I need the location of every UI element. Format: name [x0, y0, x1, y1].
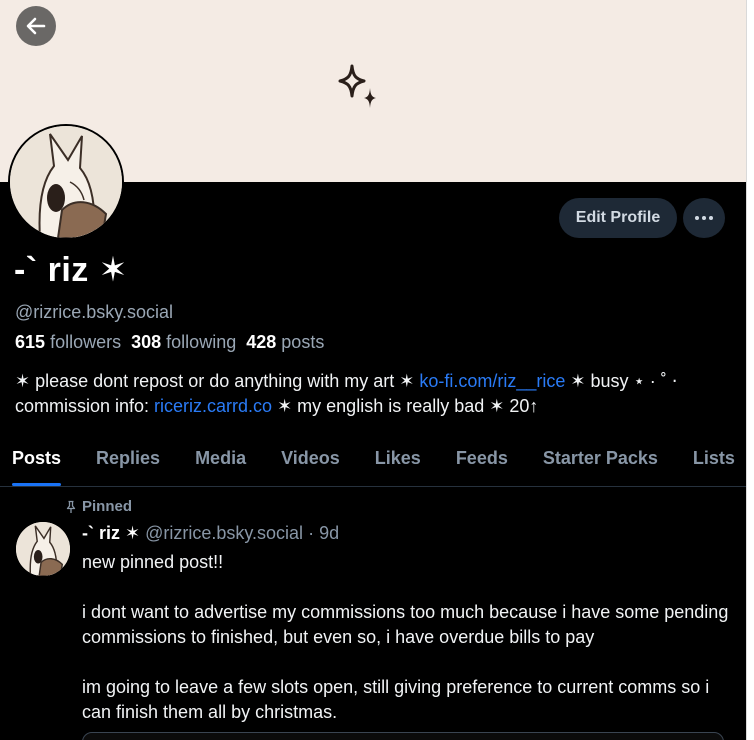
arrow-left-icon	[26, 17, 46, 35]
followers-label: followers	[50, 332, 122, 352]
bio-text: ✶ my english is really bad ✶ 20↑	[272, 396, 539, 416]
post-embed-card[interactable]	[82, 732, 724, 740]
post-author-name[interactable]: -` riz ✶	[82, 523, 140, 543]
bio-text: ✶ please dont repost or do anything with…	[15, 371, 420, 391]
followers-count: 615	[15, 332, 46, 352]
following-link[interactable]: 308 following	[131, 332, 236, 352]
back-button[interactable]	[16, 6, 56, 46]
pinned-label: Pinned	[82, 498, 133, 515]
profile-bio: ✶ please dont repost or do anything with…	[15, 369, 735, 419]
more-options-button[interactable]	[683, 198, 725, 238]
pinned-post[interactable]: Pinned -` riz ✶ @rizrice.bsky.social · 9…	[0, 488, 746, 740]
post-paragraph: im going to leave a few slots open, stil…	[82, 677, 710, 722]
tab-replies[interactable]: Replies	[96, 437, 160, 486]
following-count: 308	[131, 332, 162, 352]
tab-feeds[interactable]: Feeds	[456, 437, 508, 486]
pin-icon	[66, 500, 76, 513]
avatar-illustration	[10, 126, 122, 238]
ellipsis-icon	[695, 216, 713, 220]
posts-count: 428	[246, 332, 277, 352]
posts-label: posts	[281, 332, 325, 352]
posts-stat: 428 posts	[246, 332, 324, 352]
page-scrollbar[interactable]	[746, 0, 754, 740]
following-label: following	[166, 332, 237, 352]
post-paragraph: new pinned post!!	[82, 552, 224, 572]
pinned-indicator: Pinned	[64, 498, 132, 515]
carrd-link[interactable]: riceriz.carrd.co	[154, 396, 272, 416]
avatar-illustration	[16, 522, 70, 576]
tab-starter-packs[interactable]: Starter Packs	[543, 437, 658, 486]
post-author-avatar[interactable]	[16, 522, 70, 576]
profile-stats: 615 followers 308 following 428 posts	[15, 332, 324, 353]
profile-tabs: Posts Replies Media Videos Likes Feeds S…	[0, 437, 746, 487]
post-author-handle[interactable]: @rizrice.bsky.social	[145, 523, 303, 543]
post-paragraph: i dont want to advertise my commissions …	[82, 602, 729, 647]
post-body: new pinned post!! i dont want to adverti…	[82, 550, 732, 740]
profile-handle: @rizrice.bsky.social	[15, 302, 173, 322]
display-name: -` riz ✶	[14, 251, 128, 289]
followers-link[interactable]: 615 followers	[15, 332, 121, 352]
tab-posts[interactable]: Posts	[12, 437, 62, 486]
post-timestamp[interactable]: · 9d	[308, 523, 339, 543]
kofi-link[interactable]: ko-fi.com/riz__rice	[419, 371, 565, 391]
sparkle-icon	[338, 64, 376, 108]
edit-profile-button[interactable]: Edit Profile	[559, 198, 677, 238]
tab-likes[interactable]: Likes	[375, 437, 421, 486]
tab-videos[interactable]: Videos	[281, 437, 340, 486]
profile-avatar[interactable]	[8, 124, 124, 240]
post-header: -` riz ✶ @rizrice.bsky.social · 9d	[82, 523, 339, 544]
tab-lists[interactable]: Lists	[693, 437, 735, 486]
tab-media[interactable]: Media	[195, 437, 246, 486]
